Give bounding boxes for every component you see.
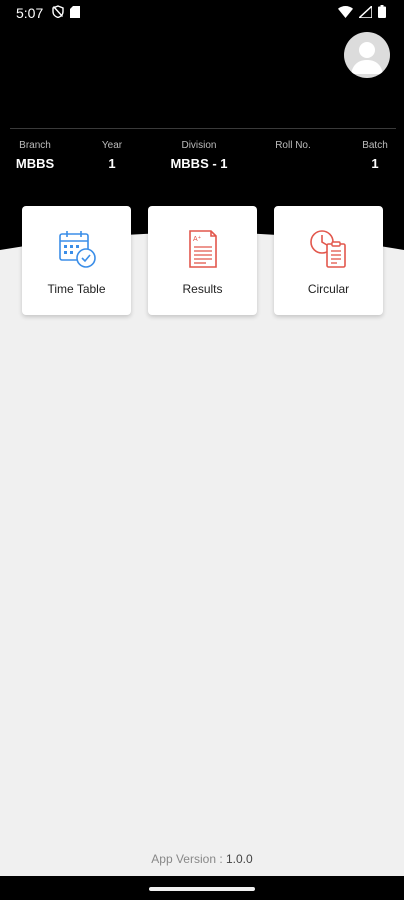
results-label: Results <box>182 282 223 296</box>
wifi-icon <box>338 5 353 18</box>
sd-card-icon <box>70 5 80 18</box>
header-divider <box>10 128 396 129</box>
app-version-number: 1.0.0 <box>226 852 253 866</box>
info-division-label: Division <box>181 140 217 151</box>
info-batch-label: Batch <box>362 140 388 151</box>
results-card[interactable]: A + Results <box>148 206 257 315</box>
document-grade-icon: A + <box>189 230 217 268</box>
time-table-card[interactable]: Time Table <box>22 206 131 315</box>
app-version-label: App Version : <box>151 852 226 866</box>
clock-document-icon <box>310 230 346 268</box>
info-year-value: 1 <box>108 156 116 171</box>
battery-icon <box>378 5 386 18</box>
user-avatar-icon <box>351 42 383 74</box>
info-batch-value: 1 <box>371 156 379 171</box>
info-roll-no-label: Roll No. <box>275 140 311 151</box>
status-time: 5:07 <box>16 5 44 21</box>
home-screen: 5:07 Branch MBBS Year 1 Division MBBS - … <box>0 0 404 900</box>
app-version: App Version : 1.0.0 <box>0 852 404 866</box>
shield-off-icon <box>52 5 64 18</box>
info-branch: Branch MBBS <box>12 140 58 173</box>
home-gesture-handle[interactable] <box>149 887 255 891</box>
info-roll-no: Roll No. <box>268 140 318 155</box>
calendar-clock-icon <box>59 231 96 268</box>
info-year: Year 1 <box>92 140 132 173</box>
info-year-label: Year <box>101 140 123 151</box>
svg-text:+: + <box>198 235 201 241</box>
circular-card[interactable]: Circular <box>274 206 383 315</box>
info-branch-label: Branch <box>19 140 51 151</box>
profile-avatar[interactable] <box>344 32 390 78</box>
info-division: Division MBBS - 1 <box>164 140 234 173</box>
time-table-label: Time Table <box>47 282 106 296</box>
signal-icon <box>359 5 372 18</box>
info-branch-value: MBBS <box>15 156 55 171</box>
info-division-value: MBBS - 1 <box>170 156 228 171</box>
info-batch: Batch 1 <box>354 140 396 173</box>
status-bar: 5:07 <box>0 0 404 26</box>
circular-label: Circular <box>307 282 350 296</box>
